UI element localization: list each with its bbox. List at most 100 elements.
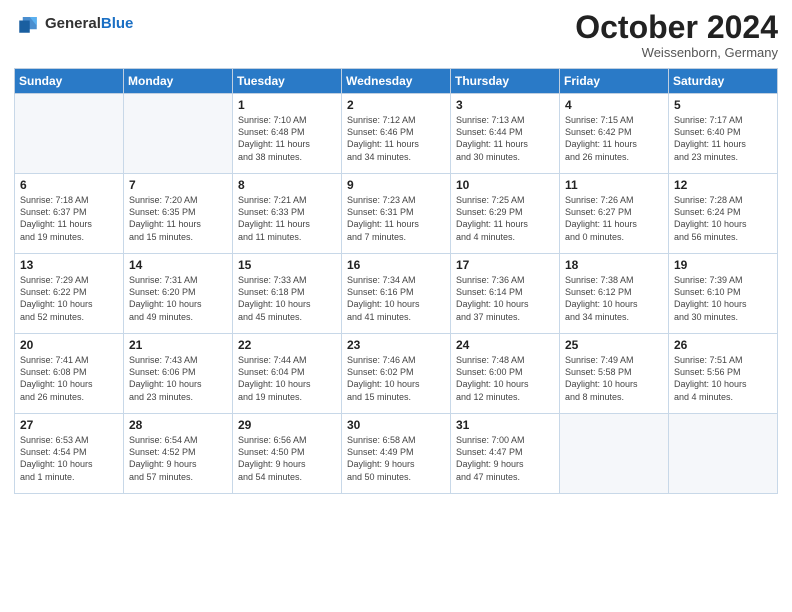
day-number: 8 (238, 178, 337, 192)
day-number: 2 (347, 98, 446, 112)
day-number: 13 (20, 258, 119, 272)
col-header-tuesday: Tuesday (233, 69, 342, 94)
col-header-sunday: Sunday (15, 69, 124, 94)
calendar-week-5: 27 Sunrise: 6:53 AMSunset: 4:54 PMDayligh… (15, 414, 778, 494)
day-number: 3 (456, 98, 555, 112)
day-number: 26 (674, 338, 773, 352)
col-header-thursday: Thursday (451, 69, 560, 94)
calendar-header-row: SundayMondayTuesdayWednesdayThursdayFrid… (15, 69, 778, 94)
calendar-cell: 15Sunrise: 7:33 AMSunset: 6:18 PMDayligh… (233, 254, 342, 334)
logo: GeneralBlue (14, 10, 133, 38)
day-info: Sunrise: 7:49 AMSunset: 5:58 PMDaylight:… (565, 354, 664, 403)
day-info: Sunrise: 7:12 AMSunset: 6:46 PMDaylight:… (347, 114, 446, 163)
day-info: Sunrise: 7:23 AMSunset: 6:31 PMDaylight:… (347, 194, 446, 243)
day-info: Sunrise: 7:15 AMSunset: 6:42 PMDaylight:… (565, 114, 664, 163)
col-header-wednesday: Wednesday (342, 69, 451, 94)
day-info: Sunrise: 7:00 AMSunset: 4:47 PMDaylight:… (456, 434, 555, 483)
logo-blue: Blue (101, 15, 134, 32)
day-info: Sunrise: 7:26 AMSunset: 6:27 PMDaylight:… (565, 194, 664, 243)
calendar-week-3: 13 Sunrise: 7:29 AMSunset: 6:22 PMDayligh… (15, 254, 778, 334)
calendar-week-1: 1 Sunrise: 7:10 AMSunset: 6:48 PMDaylight… (15, 94, 778, 174)
day-info: Sunrise: 7:44 AMSunset: 6:04 PMDaylight:… (238, 354, 337, 403)
calendar-cell: 20Sunrise: 7:41 AMSunset: 6:08 PMDayligh… (15, 334, 124, 414)
calendar-cell: 17 Sunrise: 7:36 AMSunset: 6:14 PMDayligh… (451, 254, 560, 334)
day-info: Sunrise: 6:53 AMSunset: 4:54 PMDaylight:… (20, 434, 119, 483)
calendar-cell (560, 414, 669, 494)
day-number: 22 (238, 338, 337, 352)
col-header-saturday: Saturday (669, 69, 778, 94)
day-info: Sunrise: 7:31 AMSunset: 6:20 PMDaylight:… (129, 274, 228, 323)
calendar-cell: 5 Sunrise: 7:17 AMSunset: 6:40 PMDaylight… (669, 94, 778, 174)
day-number: 11 (565, 178, 664, 192)
day-number: 25 (565, 338, 664, 352)
day-info: Sunrise: 6:54 AMSunset: 4:52 PMDaylight:… (129, 434, 228, 483)
day-number: 28 (129, 418, 228, 432)
day-number: 6 (20, 178, 119, 192)
calendar-table: SundayMondayTuesdayWednesdayThursdayFrid… (14, 68, 778, 494)
calendar-cell (124, 94, 233, 174)
day-number: 27 (20, 418, 119, 432)
calendar-cell: 4 Sunrise: 7:15 AMSunset: 6:42 PMDaylight… (560, 94, 669, 174)
col-header-monday: Monday (124, 69, 233, 94)
logo-general: General (45, 15, 101, 32)
calendar-cell: 19Sunrise: 7:39 AMSunset: 6:10 PMDayligh… (669, 254, 778, 334)
day-number: 4 (565, 98, 664, 112)
day-number: 5 (674, 98, 773, 112)
day-info: Sunrise: 7:41 AMSunset: 6:08 PMDaylight:… (20, 354, 119, 403)
calendar-cell: 2 Sunrise: 7:12 AMSunset: 6:46 PMDaylight… (342, 94, 451, 174)
day-number: 10 (456, 178, 555, 192)
calendar-cell: 7Sunrise: 7:20 AMSunset: 6:35 PMDaylight… (124, 174, 233, 254)
day-number: 12 (674, 178, 773, 192)
calendar-cell: 16 Sunrise: 7:34 AMSunset: 6:16 PMDayligh… (342, 254, 451, 334)
day-number: 7 (129, 178, 228, 192)
calendar-cell: 26 Sunrise: 7:51 AMSunset: 5:56 PMDayligh… (669, 334, 778, 414)
day-info: Sunrise: 7:34 AMSunset: 6:16 PMDaylight:… (347, 274, 446, 323)
calendar-cell: 10Sunrise: 7:25 AMSunset: 6:29 PMDayligh… (451, 174, 560, 254)
title-block: October 2024 Weissenborn, Germany (575, 10, 778, 60)
day-info: Sunrise: 7:48 AMSunset: 6:00 PMDaylight:… (456, 354, 555, 403)
calendar-week-4: 20Sunrise: 7:41 AMSunset: 6:08 PMDayligh… (15, 334, 778, 414)
calendar-cell: 12Sunrise: 7:28 AMSunset: 6:24 PMDayligh… (669, 174, 778, 254)
day-number: 1 (238, 98, 337, 112)
calendar-cell: 24Sunrise: 7:48 AMSunset: 6:00 PMDayligh… (451, 334, 560, 414)
day-info: Sunrise: 6:58 AMSunset: 4:49 PMDaylight:… (347, 434, 446, 483)
day-info: Sunrise: 7:36 AMSunset: 6:14 PMDaylight:… (456, 274, 555, 323)
day-info: Sunrise: 7:46 AMSunset: 6:02 PMDaylight:… (347, 354, 446, 403)
calendar-cell: 28 Sunrise: 6:54 AMSunset: 4:52 PMDayligh… (124, 414, 233, 494)
day-info: Sunrise: 7:18 AMSunset: 6:37 PMDaylight:… (20, 194, 119, 243)
logo-icon (14, 10, 42, 38)
calendar-cell: 9 Sunrise: 7:23 AMSunset: 6:31 PMDaylight… (342, 174, 451, 254)
day-info: Sunrise: 7:29 AMSunset: 6:22 PMDaylight:… (20, 274, 119, 323)
day-info: Sunrise: 7:17 AMSunset: 6:40 PMDaylight:… (674, 114, 773, 163)
day-info: Sunrise: 7:39 AMSunset: 6:10 PMDaylight:… (674, 274, 773, 323)
day-number: 30 (347, 418, 446, 432)
day-info: Sunrise: 6:56 AMSunset: 4:50 PMDaylight:… (238, 434, 337, 483)
logo-text: GeneralBlue (45, 16, 133, 33)
day-number: 21 (129, 338, 228, 352)
day-number: 9 (347, 178, 446, 192)
calendar-cell: 27 Sunrise: 6:53 AMSunset: 4:54 PMDayligh… (15, 414, 124, 494)
calendar-cell: 21 Sunrise: 7:43 AMSunset: 6:06 PMDayligh… (124, 334, 233, 414)
calendar-cell: 25 Sunrise: 7:49 AMSunset: 5:58 PMDayligh… (560, 334, 669, 414)
day-number: 23 (347, 338, 446, 352)
calendar-cell: 13 Sunrise: 7:29 AMSunset: 6:22 PMDayligh… (15, 254, 124, 334)
calendar-cell: 30 Sunrise: 6:58 AMSunset: 4:49 PMDayligh… (342, 414, 451, 494)
day-number: 18 (565, 258, 664, 272)
calendar-cell (15, 94, 124, 174)
calendar-cell: 6 Sunrise: 7:18 AMSunset: 6:37 PMDaylight… (15, 174, 124, 254)
calendar-week-2: 6 Sunrise: 7:18 AMSunset: 6:37 PMDaylight… (15, 174, 778, 254)
calendar-cell: 14Sunrise: 7:31 AMSunset: 6:20 PMDayligh… (124, 254, 233, 334)
col-header-friday: Friday (560, 69, 669, 94)
calendar-cell: 29Sunrise: 6:56 AMSunset: 4:50 PMDayligh… (233, 414, 342, 494)
calendar-cell: 18Sunrise: 7:38 AMSunset: 6:12 PMDayligh… (560, 254, 669, 334)
calendar-cell (669, 414, 778, 494)
day-number: 17 (456, 258, 555, 272)
day-info: Sunrise: 7:51 AMSunset: 5:56 PMDaylight:… (674, 354, 773, 403)
day-info: Sunrise: 7:10 AMSunset: 6:48 PMDaylight:… (238, 114, 337, 163)
calendar-cell: 31Sunrise: 7:00 AMSunset: 4:47 PMDayligh… (451, 414, 560, 494)
calendar-cell: 23 Sunrise: 7:46 AMSunset: 6:02 PMDayligh… (342, 334, 451, 414)
day-number: 15 (238, 258, 337, 272)
day-number: 16 (347, 258, 446, 272)
calendar-cell: 22 Sunrise: 7:44 AMSunset: 6:04 PMDayligh… (233, 334, 342, 414)
day-info: Sunrise: 7:43 AMSunset: 6:06 PMDaylight:… (129, 354, 228, 403)
